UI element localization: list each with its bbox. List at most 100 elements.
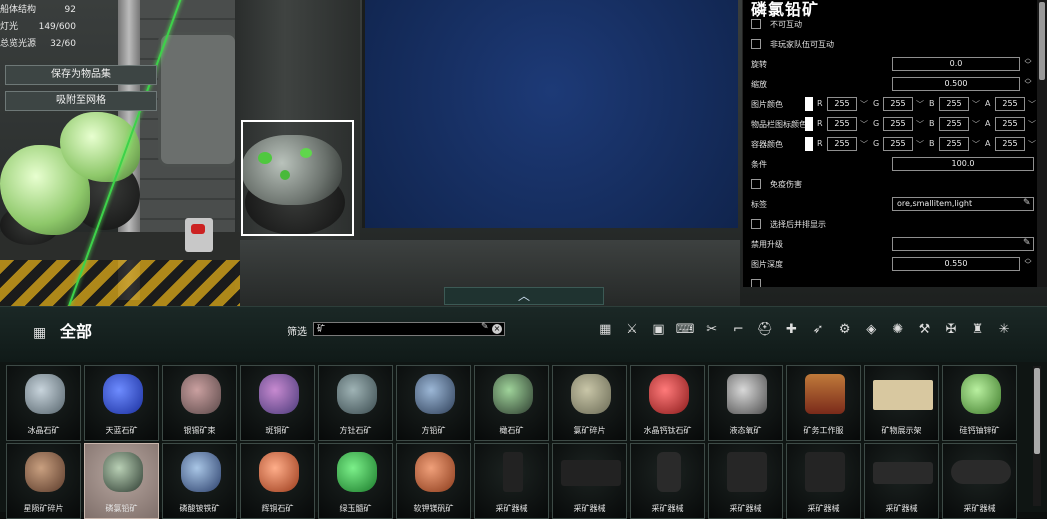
gun-icon[interactable]: ⌐: [725, 319, 752, 341]
sprite-depth-input[interactable]: 0.550: [892, 257, 1020, 271]
item-tile[interactable]: 斑铜矿: [240, 365, 315, 441]
item-tile[interactable]: 水晶钙钛石矿: [630, 365, 705, 441]
weapon-icon[interactable]: ⚔: [619, 319, 646, 341]
item-image: [337, 374, 377, 414]
item-image: [103, 452, 143, 492]
grid-icon[interactable]: ▦: [33, 325, 46, 341]
item-tile[interactable]: 液态氧矿: [708, 365, 783, 441]
item-tile[interactable]: 矿物展示架: [864, 365, 939, 441]
sprite-color-a[interactable]: 255: [995, 97, 1025, 111]
item-tile[interactable]: 采矿器械: [708, 443, 783, 519]
inventory-color-r[interactable]: 255: [827, 117, 857, 131]
clear-icon[interactable]: ×: [492, 324, 502, 334]
computer-icon[interactable]: ⌨: [672, 319, 699, 341]
diving-icon[interactable]: ⛑: [752, 319, 779, 341]
panel-scrollbar-thumb[interactable]: [1039, 2, 1045, 80]
item-tile[interactable]: 采矿器械: [786, 443, 861, 519]
tool-icon[interactable]: ✂: [698, 319, 725, 341]
suit-icon[interactable]: ♜: [964, 319, 991, 341]
panel-scrollbar[interactable]: [1037, 0, 1047, 287]
sprite-color-b[interactable]: 255: [939, 97, 969, 111]
item-tile[interactable]: 橄石矿: [474, 365, 549, 441]
edit-pencil-icon[interactable]: ✎: [1023, 198, 1031, 208]
properties-panel: 磷氯铅矿 不可互动 非玩家队伍可互动 旋转 0.0 ︿ ﹀ 缩放 0.500 ︿ ﹀…: [742, 0, 1037, 287]
device-icon[interactable]: ▣: [645, 319, 672, 341]
item-tile[interactable]: 采矿器械: [942, 443, 1017, 519]
snap-to-grid-button[interactable]: 吸附至网格: [5, 91, 157, 111]
item-tile[interactable]: 绿玉髓矿: [318, 443, 393, 519]
misc-icon[interactable]: ✳: [991, 319, 1018, 341]
item-tile[interactable]: 采矿器械: [474, 443, 549, 519]
save-as-itemset-button[interactable]: 保存为物品集: [5, 65, 157, 85]
invulnerable-checkbox[interactable]: [751, 179, 761, 189]
item-image: [503, 452, 523, 492]
edit-pencil-icon[interactable]: ✎: [1023, 238, 1031, 248]
sprite-depth-stepper[interactable]: ︿ ﹀: [1023, 255, 1033, 271]
item-tile[interactable]: 软钾镁矾矿: [396, 443, 471, 519]
item-grid-scrollbar-thumb[interactable]: [1034, 368, 1040, 454]
container-color-swatch[interactable]: [805, 137, 813, 151]
item-tile[interactable]: 方钍石矿: [318, 365, 393, 441]
item-tile[interactable]: 辉铜石矿: [240, 443, 315, 519]
item-image: [873, 380, 933, 410]
non-player-team-checkbox[interactable]: [751, 39, 761, 49]
display-side-checkbox[interactable]: [751, 219, 761, 229]
container-color-g[interactable]: 255: [883, 137, 913, 151]
non-interactable-row: 不可互动: [751, 15, 1036, 33]
item-tile[interactable]: 磷酸铍铁矿: [162, 443, 237, 519]
item-tile-selected[interactable]: 磷氯铅矿: [84, 443, 159, 519]
rotation-input[interactable]: 0.0: [892, 57, 1020, 71]
item-tile[interactable]: 硅钙铀锌矿: [942, 365, 1017, 441]
item-tile[interactable]: 采矿器械: [630, 443, 705, 519]
wrench-icon[interactable]: ⚒: [911, 319, 938, 341]
sprite-color-r[interactable]: 255: [827, 97, 857, 111]
inventory-color-a[interactable]: 255: [995, 117, 1025, 131]
reactor-icon[interactable]: ✺: [885, 319, 912, 341]
inventory-icon-color-swatch[interactable]: [805, 117, 813, 131]
wall-button: [185, 218, 213, 252]
item-tile[interactable]: 冰晶石矿: [6, 365, 81, 441]
sprite-color-g[interactable]: 255: [883, 97, 913, 111]
item-image: [649, 374, 689, 414]
material-icon[interactable]: ◈: [858, 319, 885, 341]
grid-icon[interactable]: ▦: [592, 319, 619, 341]
partial-checkbox[interactable]: [751, 279, 761, 287]
water-area: [362, 0, 738, 228]
inventory-color-g[interactable]: 255: [883, 117, 913, 131]
ammo-icon[interactable]: ➶: [805, 319, 832, 341]
category-icons: ▦ ⚔ ▣ ⌨ ✂ ⌐ ⛑ ✚ ➶ ⚙ ◈ ✺ ⚒ ✠ ♜ ✳: [592, 319, 1018, 341]
scale-input[interactable]: 0.500: [892, 77, 1020, 91]
hazard-stripes: [0, 260, 240, 306]
engine-icon[interactable]: ✠: [938, 319, 965, 341]
item-tile[interactable]: 采矿器械: [552, 443, 627, 519]
container-color-b[interactable]: 255: [939, 137, 969, 151]
item-tile[interactable]: 星陨矿碎片: [6, 443, 81, 519]
tags-input[interactable]: ore,smallitem,light: [892, 197, 1034, 211]
medical-icon[interactable]: ✚: [778, 319, 805, 341]
item-tile[interactable]: 采矿器械: [864, 443, 939, 519]
gear-icon[interactable]: ⚙: [831, 319, 858, 341]
collapse-toolbar-button[interactable]: ︿: [444, 287, 604, 305]
container-color-a[interactable]: 255: [995, 137, 1025, 151]
non-player-team-row: 非玩家队伍可互动: [751, 35, 1036, 53]
condition-input[interactable]: 100.0: [892, 157, 1034, 171]
item-tile[interactable]: 矿务工作服: [786, 365, 861, 441]
non-interactable-checkbox[interactable]: [751, 19, 761, 29]
stats-panel: 船体结构 92 灯光 149/600 总览光源 32/60: [0, 2, 80, 53]
item-tile[interactable]: 银锡矿束: [162, 365, 237, 441]
inventory-color-b[interactable]: 255: [939, 117, 969, 131]
container-color-r[interactable]: 255: [827, 137, 857, 151]
item-tile[interactable]: 天蓝石矿: [84, 365, 159, 441]
item-tile[interactable]: 方铅矿: [396, 365, 471, 441]
item-tile[interactable]: 氯矿碎片: [552, 365, 627, 441]
disable-upgrade-input[interactable]: [892, 237, 1034, 251]
scale-stepper[interactable]: ︿ ﹀: [1023, 75, 1033, 91]
category-title: 全部: [60, 322, 93, 341]
item-image: [415, 452, 455, 492]
sprite-color-swatch[interactable]: [805, 97, 813, 111]
item-image: [259, 452, 299, 492]
filter-input[interactable]: 矿: [313, 322, 505, 336]
item-grid-scrollbar[interactable]: [1033, 366, 1041, 506]
edit-pencil-icon[interactable]: ✎: [481, 322, 489, 332]
rotation-stepper[interactable]: ︿ ﹀: [1023, 55, 1033, 71]
